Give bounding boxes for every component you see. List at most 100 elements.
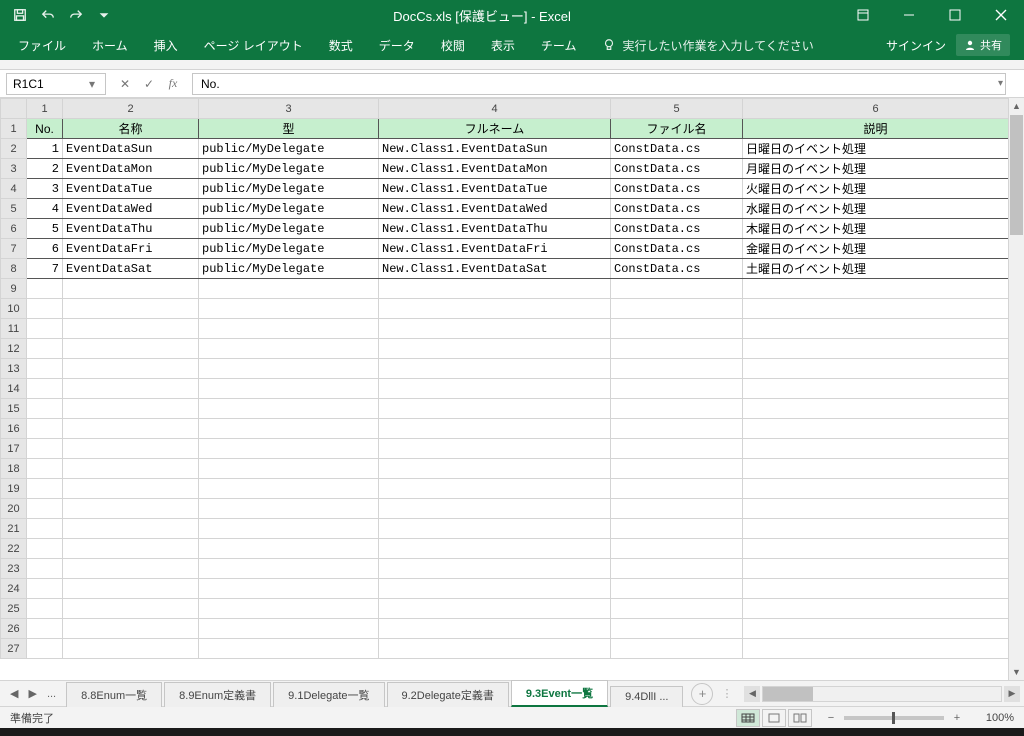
cell[interactable] <box>611 319 743 339</box>
scroll-up-icon[interactable]: ▲ <box>1009 98 1024 114</box>
cell[interactable] <box>63 339 199 359</box>
cell[interactable] <box>27 479 63 499</box>
tab-insert[interactable]: 挿入 <box>142 31 190 60</box>
row-header[interactable]: 4 <box>1 179 27 199</box>
cell[interactable]: 2 <box>27 159 63 179</box>
cancel-formula-button[interactable]: ✕ <box>116 77 134 91</box>
sheet-nav-prev[interactable]: ◀ <box>6 685 22 702</box>
cell[interactable] <box>27 599 63 619</box>
cell[interactable] <box>743 519 1009 539</box>
cell[interactable] <box>743 499 1009 519</box>
cell[interactable] <box>63 599 199 619</box>
cell[interactable] <box>199 479 379 499</box>
cell[interactable] <box>199 599 379 619</box>
cell[interactable] <box>199 439 379 459</box>
cell[interactable] <box>379 519 611 539</box>
cell[interactable] <box>199 579 379 599</box>
normal-view-button[interactable] <box>736 709 760 727</box>
row-header[interactable]: 10 <box>1 299 27 319</box>
name-box-dropdown-icon[interactable]: ▾ <box>85 77 99 91</box>
cell[interactable] <box>379 299 611 319</box>
cell[interactable] <box>199 539 379 559</box>
cell[interactable] <box>379 319 611 339</box>
column-header[interactable]: 1 <box>27 99 63 119</box>
tab-data[interactable]: データ <box>367 31 427 60</box>
cell[interactable] <box>379 559 611 579</box>
cell[interactable] <box>27 559 63 579</box>
row-header[interactable]: 26 <box>1 619 27 639</box>
cell[interactable] <box>379 639 611 659</box>
minimize-button[interactable] <box>886 0 932 30</box>
cell[interactable] <box>611 459 743 479</box>
cell[interactable]: 月曜日のイベント処理 <box>743 159 1009 179</box>
page-layout-view-button[interactable] <box>762 709 786 727</box>
row-header[interactable]: 18 <box>1 459 27 479</box>
cell[interactable] <box>379 539 611 559</box>
cell[interactable] <box>743 459 1009 479</box>
cell[interactable] <box>63 419 199 439</box>
cell[interactable]: 3 <box>27 179 63 199</box>
row-header[interactable]: 14 <box>1 379 27 399</box>
row-header[interactable]: 22 <box>1 539 27 559</box>
cell[interactable] <box>611 499 743 519</box>
cell[interactable] <box>199 639 379 659</box>
hscroll-thumb[interactable] <box>763 687 813 701</box>
zoom-slider-thumb[interactable] <box>892 712 895 724</box>
cell[interactable] <box>379 399 611 419</box>
cell[interactable]: ConstData.cs <box>611 259 743 279</box>
cell[interactable]: EventDataThu <box>63 219 199 239</box>
row-header[interactable]: 27 <box>1 639 27 659</box>
cell[interactable] <box>63 579 199 599</box>
sheet-tab[interactable]: 9.4DllI ... <box>610 686 683 707</box>
cell[interactable]: 日曜日のイベント処理 <box>743 139 1009 159</box>
sheet-tab[interactable]: 9.1Delegate一覧 <box>273 682 384 707</box>
cell[interactable] <box>379 599 611 619</box>
signin-link[interactable]: サインイン <box>886 37 946 54</box>
cell[interactable] <box>199 279 379 299</box>
cell[interactable] <box>743 579 1009 599</box>
share-button[interactable]: 共有 <box>956 34 1010 56</box>
cell[interactable]: New.Class1.EventDataFri <box>379 239 611 259</box>
cell[interactable] <box>27 519 63 539</box>
row-header[interactable]: 21 <box>1 519 27 539</box>
hscroll-track[interactable] <box>762 686 1002 702</box>
sheet-tab[interactable]: 9.2Delegate定義書 <box>387 682 509 707</box>
cell[interactable]: New.Class1.EventDataWed <box>379 199 611 219</box>
tab-formulas[interactable]: 数式 <box>317 31 365 60</box>
cell[interactable] <box>611 299 743 319</box>
cell[interactable] <box>27 439 63 459</box>
horizontal-scrollbar[interactable]: ◀ ▶ <box>740 686 1024 702</box>
cell[interactable] <box>379 419 611 439</box>
cell[interactable] <box>199 319 379 339</box>
cell[interactable]: New.Class1.EventDataSun <box>379 139 611 159</box>
redo-button[interactable] <box>64 3 88 27</box>
ribbon-display-button[interactable] <box>840 0 886 30</box>
cell[interactable] <box>199 519 379 539</box>
cell[interactable] <box>27 339 63 359</box>
table-header-cell[interactable]: 型 <box>199 119 379 139</box>
row-header[interactable]: 6 <box>1 219 27 239</box>
cell[interactable] <box>63 439 199 459</box>
zoom-slider[interactable] <box>844 716 944 720</box>
zoom-out-button[interactable]: − <box>824 712 838 724</box>
cell[interactable] <box>611 619 743 639</box>
cell[interactable] <box>27 579 63 599</box>
cell[interactable] <box>611 519 743 539</box>
cell[interactable] <box>611 399 743 419</box>
cell[interactable]: EventDataSat <box>63 259 199 279</box>
cell[interactable] <box>199 419 379 439</box>
table-header-cell[interactable]: 説明 <box>743 119 1009 139</box>
cell[interactable] <box>743 639 1009 659</box>
cell[interactable] <box>379 439 611 459</box>
cell[interactable]: New.Class1.EventDataMon <box>379 159 611 179</box>
cell[interactable] <box>27 639 63 659</box>
tab-home[interactable]: ホーム <box>80 31 140 60</box>
row-header[interactable]: 8 <box>1 259 27 279</box>
cell[interactable] <box>199 399 379 419</box>
cell[interactable]: 火曜日のイベント処理 <box>743 179 1009 199</box>
cell[interactable]: 5 <box>27 219 63 239</box>
cell[interactable] <box>199 379 379 399</box>
tab-page-layout[interactable]: ページ レイアウト <box>192 31 315 60</box>
cell[interactable] <box>379 339 611 359</box>
sheet-tab[interactable]: 9.3Event一覧 <box>511 680 608 707</box>
